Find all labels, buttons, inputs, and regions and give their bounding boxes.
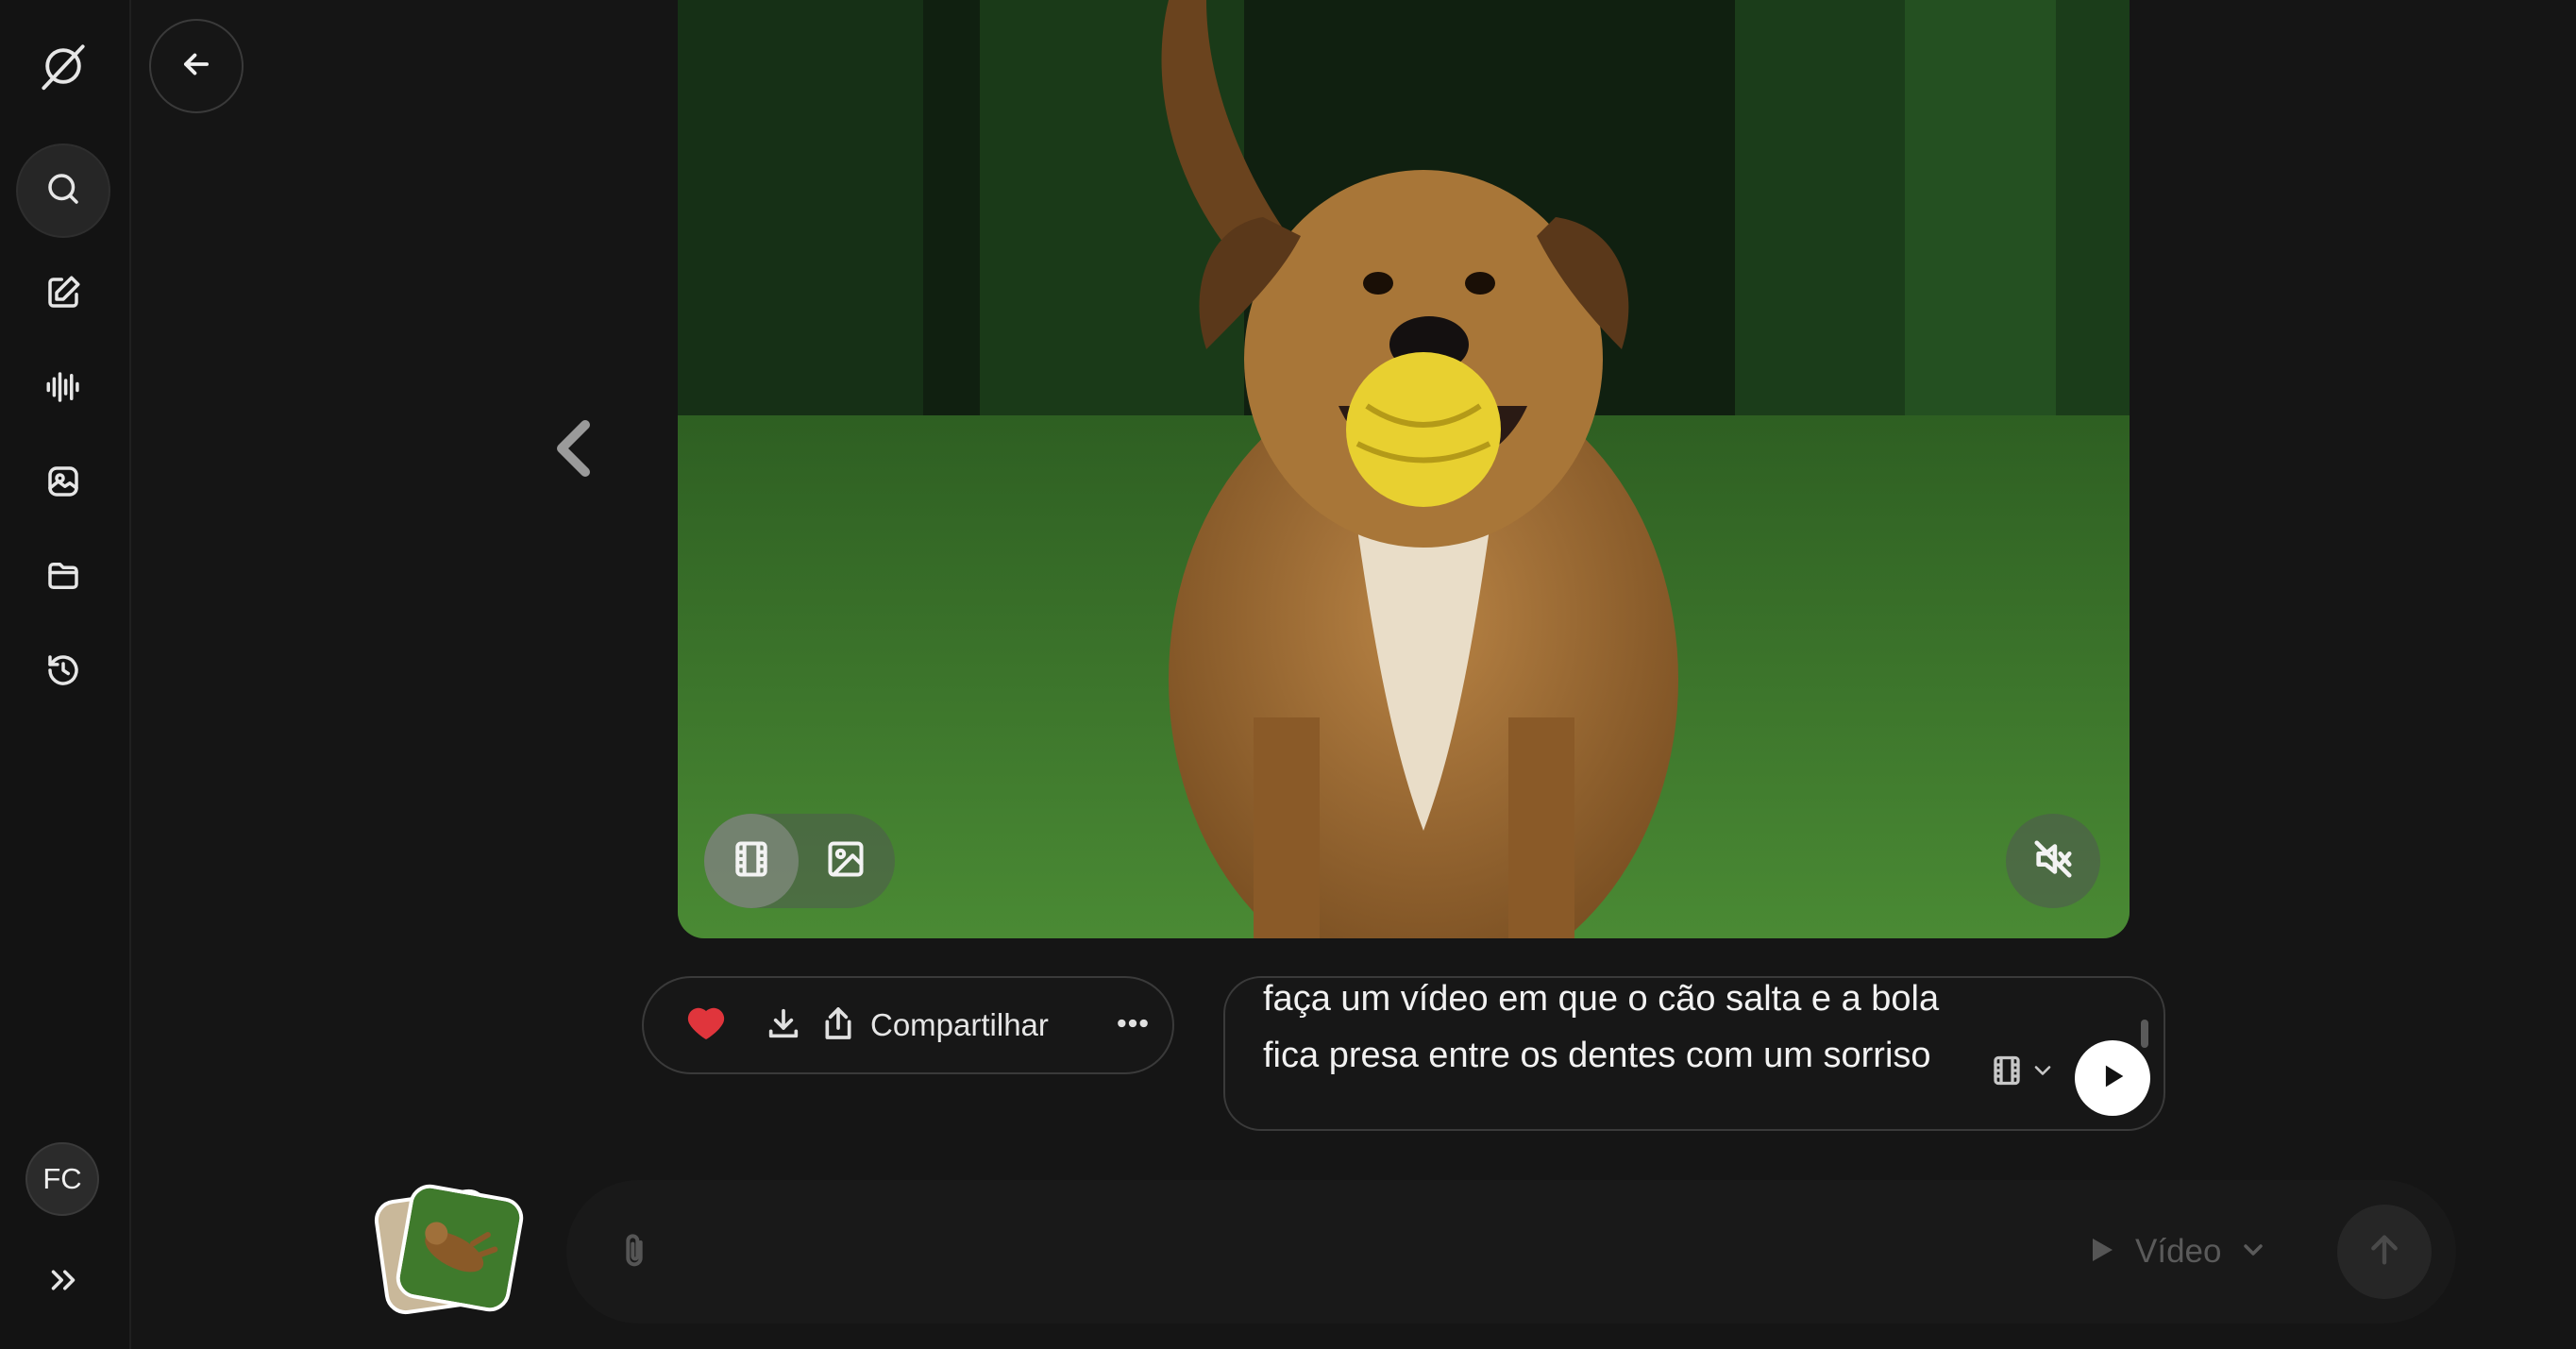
more-horizontal-icon: [1114, 1004, 1152, 1046]
edit-icon: [43, 273, 83, 316]
prompt-mode-selector[interactable]: [1990, 1054, 2056, 1091]
like-button[interactable]: [670, 978, 742, 1072]
history-button[interactable]: [16, 625, 110, 719]
arrow-up-icon: [2366, 1231, 2403, 1273]
previous-button[interactable]: [552, 420, 599, 477]
arrow-left-icon: [178, 46, 214, 86]
voice-icon: [43, 367, 83, 411]
search-icon: [43, 169, 83, 212]
new-chat-button[interactable]: [16, 247, 110, 342]
reference-images-stack[interactable]: [372, 1181, 529, 1322]
unmute-button[interactable]: [2006, 814, 2100, 908]
play-prompt-button[interactable]: [2075, 1040, 2150, 1116]
app-root: FC Compartilhar faça um vídeo em que o c…: [0, 0, 2576, 1349]
speaker-muted-icon: [2031, 837, 2075, 885]
prompt-scrollbar[interactable]: [2141, 1020, 2148, 1048]
expand-sidebar-button[interactable]: [16, 1235, 110, 1329]
play-icon: [2096, 1060, 2129, 1096]
media-actions-bar: Compartilhar: [642, 976, 1174, 1074]
play-icon: [2084, 1233, 2118, 1271]
history-icon: [43, 650, 83, 694]
film-icon: [731, 838, 772, 884]
prompt-text[interactable]: faça um vídeo em que o cão salta e a bol…: [1263, 978, 1961, 1084]
double-chevron-right-icon: [43, 1260, 83, 1304]
chevron-down-icon: [2029, 1057, 2056, 1088]
attach-button[interactable]: [615, 1231, 653, 1276]
image-mode-button[interactable]: [799, 814, 893, 908]
film-icon: [1990, 1054, 2024, 1091]
prompt-card: faça um vídeo em que o cão salta e a bol…: [1223, 976, 2165, 1131]
dog-thumbnail-icon: [396, 1185, 523, 1311]
image-icon: [825, 838, 867, 884]
download-button[interactable]: [748, 978, 819, 1072]
back-button[interactable]: [149, 19, 244, 113]
logo-icon[interactable]: [16, 19, 110, 113]
media-button[interactable]: [16, 436, 110, 531]
chevron-down-icon: [2238, 1235, 2268, 1269]
media-icon: [43, 462, 83, 505]
paperclip-icon: [615, 1234, 653, 1276]
prompt-composer[interactable]: Vídeo: [566, 1180, 2456, 1324]
voice-button[interactable]: [16, 342, 110, 436]
more-options-button[interactable]: [1097, 978, 1169, 1072]
heart-icon: [687, 1004, 725, 1046]
download-icon: [765, 1004, 802, 1046]
media-mode-toggle: [704, 814, 895, 908]
share-label: Compartilhar: [870, 1007, 1049, 1042]
sidebar: FC: [0, 0, 131, 1349]
reference-thumbnail-front: [393, 1181, 527, 1315]
share-icon: [819, 1004, 857, 1046]
avatar[interactable]: FC: [25, 1142, 99, 1216]
dog-with-ball-image: [678, 0, 2130, 938]
chevron-left-icon: [552, 420, 599, 481]
share-button[interactable]: Compartilhar: [819, 978, 1087, 1072]
generation-mode-dropdown[interactable]: Vídeo: [2084, 1225, 2268, 1278]
send-button[interactable]: [2337, 1205, 2432, 1299]
generation-mode-label: Vídeo: [2135, 1233, 2222, 1270]
search-button[interactable]: [16, 143, 110, 238]
video-mode-button[interactable]: [704, 814, 799, 908]
folder-icon: [43, 556, 83, 599]
generated-media-viewer[interactable]: [678, 0, 2130, 938]
projects-button[interactable]: [16, 531, 110, 625]
